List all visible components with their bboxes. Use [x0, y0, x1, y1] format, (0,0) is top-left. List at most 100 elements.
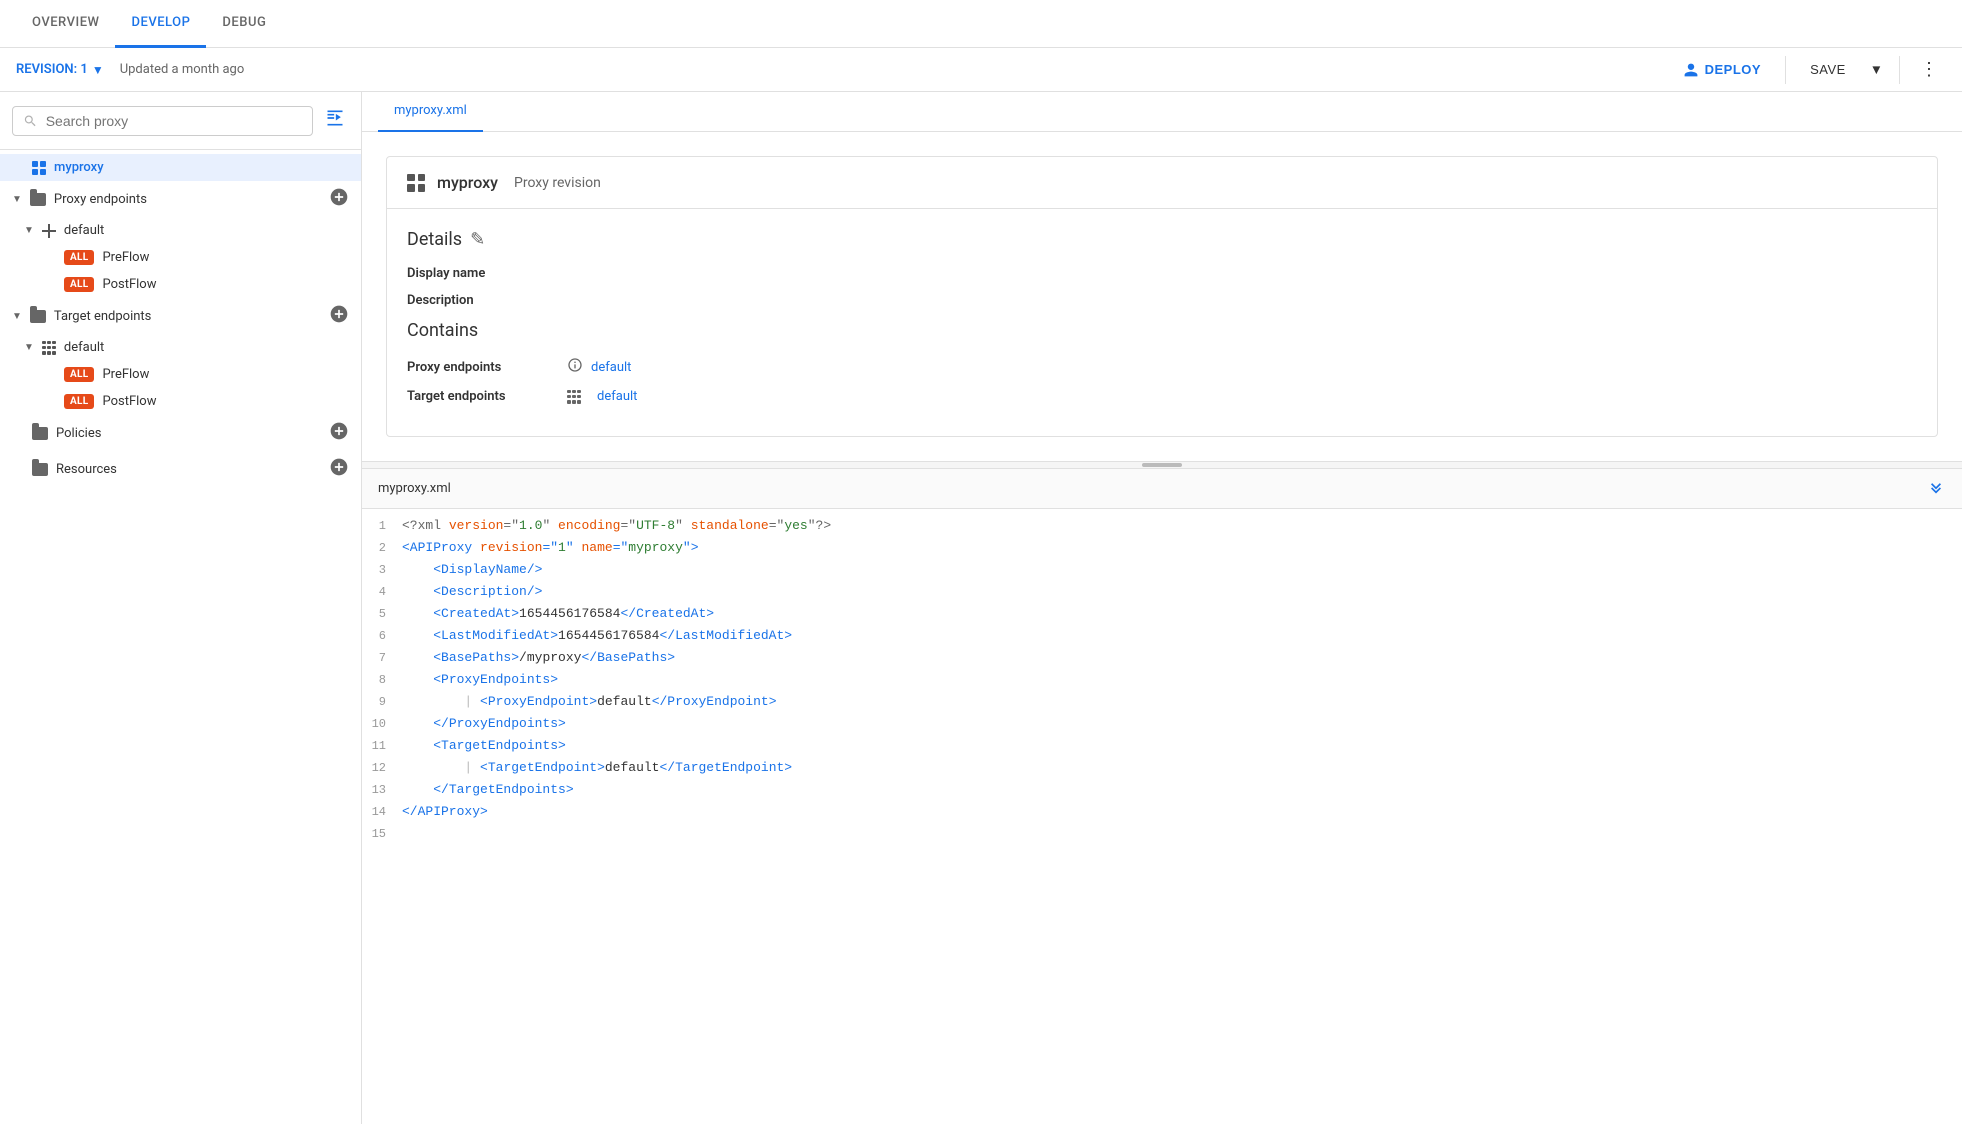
myproxy-label: myproxy [54, 160, 349, 175]
contains-section: Contains Proxy endpoints default Target … [407, 320, 1917, 404]
file-tab-bar: myproxy.xml [362, 92, 1962, 132]
line-content-6: <LastModifiedAt>1654456176584</LastModif… [402, 628, 1962, 643]
target-default-chevron: ▼ [24, 342, 34, 353]
proxy-endpoints-contains-icon [567, 357, 583, 377]
xml-line-6: 6 <LastModifiedAt>1654456176584</LastMod… [362, 627, 1962, 649]
more-options-button[interactable]: ⋮ [1912, 53, 1946, 86]
line-num-1: 1 [362, 518, 402, 533]
search-icon [23, 113, 38, 129]
sidebar: myproxy ▼ Proxy endpoints ▼ default [0, 92, 362, 1124]
proxy-default-link[interactable]: default [591, 360, 631, 375]
sidebar-item-proxy-endpoints[interactable]: ▼ Proxy endpoints [0, 181, 361, 217]
resources-folder-icon [32, 463, 48, 476]
target-endpoints-label: Target endpoints [54, 309, 321, 324]
revision-chevron-icon: ▼ [92, 63, 104, 77]
tab-develop[interactable]: DEVELOP [115, 0, 206, 48]
add-resource-button[interactable] [329, 457, 349, 481]
resources-label: Resources [56, 462, 321, 477]
xml-editor-header: myproxy.xml [362, 469, 1962, 509]
revision-bar: REVISION: 1 ▼ Updated a month ago DEPLOY… [0, 48, 1962, 92]
proxy-card-grid-icon [407, 174, 425, 192]
save-button[interactable]: SAVE [1798, 56, 1858, 83]
revision-selector[interactable]: REVISION: 1 ▼ [16, 62, 104, 77]
sidebar-item-policies[interactable]: Policies [0, 415, 361, 451]
proxy-card: myproxy Proxy revision Details ✎ Display… [386, 156, 1938, 437]
content-area: myproxy.xml myproxy Proxy revision [362, 92, 1962, 1124]
target-preflow-label: PreFlow [102, 367, 349, 382]
sidebar-item-target-preflow[interactable]: ALL PreFlow [0, 361, 361, 388]
line-num-9: 9 [362, 694, 402, 709]
line-num-15: 15 [362, 826, 402, 841]
sidebar-item-target-postflow[interactable]: ALL PostFlow [0, 388, 361, 415]
sidebar-item-proxy-preflow[interactable]: ALL PreFlow [0, 244, 361, 271]
proxy-preflow-label: PreFlow [102, 250, 349, 265]
policies-folder-icon [32, 427, 48, 440]
add-proxy-endpoint-button[interactable] [329, 187, 349, 211]
proxy-card-title: myproxy [437, 173, 498, 192]
sidebar-item-proxy-postflow[interactable]: ALL PostFlow [0, 271, 361, 298]
search-input-wrapper[interactable] [12, 106, 313, 136]
contains-title: Contains [407, 320, 1917, 341]
divider2 [1899, 56, 1900, 84]
proxy-endpoints-folder-icon [30, 193, 46, 206]
contains-target-endpoints-label: Target endpoints [407, 389, 567, 404]
drag-handle-bar [1142, 463, 1182, 467]
line-content-7: <BasePaths>/myproxy</BasePaths> [402, 650, 1962, 665]
line-content-1: <?xml version="1.0" encoding="UTF-8" sta… [402, 518, 1962, 533]
proxy-endpoints-label: Proxy endpoints [54, 192, 321, 207]
display-name-row: Display name [407, 266, 1917, 281]
collapse-sidebar-button[interactable] [321, 104, 349, 137]
line-content-8: <ProxyEndpoints> [402, 672, 1962, 687]
save-dropdown-button[interactable]: ▼ [1866, 56, 1887, 83]
xml-line-4: 4 <Description/> [362, 583, 1962, 605]
xml-line-11: 11 <TargetEndpoints> [362, 737, 1962, 759]
target-endpoints-row: Target endpoints default [407, 389, 1917, 404]
line-num-3: 3 [362, 562, 402, 577]
xml-line-13: 13 </TargetEndpoints> [362, 781, 1962, 803]
xml-editor-collapse-button[interactable] [1926, 476, 1946, 501]
revision-bar-actions: DEPLOY SAVE ▼ ⋮ [1671, 53, 1946, 86]
line-num-12: 12 [362, 760, 402, 775]
drag-handle[interactable] [362, 461, 1962, 469]
target-default-grid-icon [42, 341, 56, 355]
line-content-3: <DisplayName/> [402, 562, 1962, 577]
sidebar-item-myproxy[interactable]: myproxy [0, 154, 361, 181]
deploy-button[interactable]: DEPLOY [1671, 56, 1773, 84]
line-content-9: | <ProxyEndpoint>default</ProxyEndpoint> [402, 694, 1962, 709]
edit-icon[interactable]: ✎ [470, 229, 485, 250]
add-target-endpoint-button[interactable] [329, 304, 349, 328]
tab-debug[interactable]: DEBUG [206, 0, 282, 48]
proxy-endpoints-chevron: ▼ [12, 194, 22, 205]
sidebar-tree: myproxy ▼ Proxy endpoints ▼ default [0, 150, 361, 491]
add-policy-button[interactable] [329, 421, 349, 445]
file-tab-myproxy[interactable]: myproxy.xml [378, 92, 483, 132]
xml-line-2: 2 <APIProxy revision="1" name="myproxy"> [362, 539, 1962, 561]
line-content-4: <Description/> [402, 584, 1962, 599]
display-name-label: Display name [407, 266, 567, 281]
sidebar-item-target-default[interactable]: ▼ default [0, 334, 361, 361]
sidebar-item-proxy-default[interactable]: ▼ default [0, 217, 361, 244]
line-num-4: 4 [362, 584, 402, 599]
sidebar-item-target-endpoints[interactable]: ▼ Target endpoints [0, 298, 361, 334]
xml-line-12: 12 | <TargetEndpoint>default</TargetEndp… [362, 759, 1962, 781]
deploy-icon [1683, 62, 1699, 78]
line-content-14: </APIProxy> [402, 804, 1962, 819]
line-content-12: | <TargetEndpoint>default</TargetEndpoin… [402, 760, 1962, 775]
line-num-2: 2 [362, 540, 402, 555]
target-postflow-label: PostFlow [102, 394, 349, 409]
xml-line-10: 10 </ProxyEndpoints> [362, 715, 1962, 737]
line-num-14: 14 [362, 804, 402, 819]
tab-overview[interactable]: OVERVIEW [16, 0, 115, 48]
target-default-label: default [64, 340, 349, 355]
proxy-card-header: myproxy Proxy revision [387, 157, 1937, 209]
card-area: myproxy Proxy revision Details ✎ Display… [362, 132, 1962, 461]
line-content-11: <TargetEndpoints> [402, 738, 1962, 753]
proxy-card-subtitle: Proxy revision [514, 175, 601, 191]
target-default-link[interactable]: default [597, 389, 637, 404]
contains-proxy-endpoints-label: Proxy endpoints [407, 360, 567, 375]
sidebar-item-resources[interactable]: Resources [0, 451, 361, 487]
description-label: Description [407, 293, 567, 308]
xml-line-7: 7 <BasePaths>/myproxy</BasePaths> [362, 649, 1962, 671]
xml-line-14: 14 </APIProxy> [362, 803, 1962, 825]
search-input[interactable] [46, 113, 302, 129]
